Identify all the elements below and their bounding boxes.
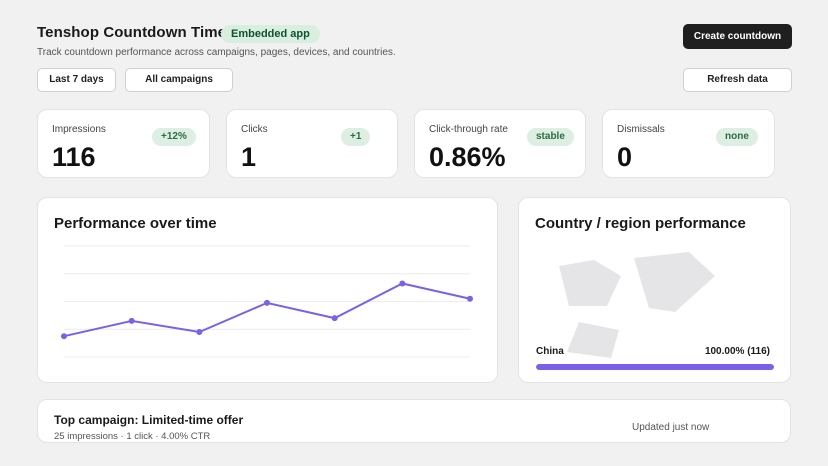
- country-share-bar: [536, 364, 774, 370]
- stat-badge: none: [716, 128, 758, 146]
- stat-label: Impressions: [52, 124, 106, 135]
- stat-value: 0: [617, 142, 633, 172]
- stat-value: 1: [241, 142, 257, 172]
- stat-label: Dismissals: [617, 124, 665, 135]
- chart-point[interactable]: [128, 317, 135, 324]
- top-campaign-stats: 25 impressions · 1 click · 4.00% CTR: [54, 431, 211, 442]
- map-region-shape: [559, 260, 621, 306]
- stat-badge: +1: [341, 128, 371, 146]
- country-panel: Country / region performance China 100.0…: [518, 197, 791, 383]
- campaign-filter-button[interactable]: All campaigns: [125, 68, 233, 92]
- stat-card-ctr: Click-through rate 0.86% stable: [414, 109, 586, 178]
- map-region-shape: [634, 252, 715, 312]
- top-campaign-title: Top campaign: Limited-time offer: [54, 413, 244, 427]
- stat-badge: stable: [527, 128, 574, 146]
- stat-label: Click-through rate: [429, 124, 508, 135]
- date-range-button[interactable]: Last 7 days: [37, 68, 116, 92]
- page-subtitle: Track countdown performance across campa…: [37, 47, 396, 58]
- stat-card-clicks: Clicks 1 +1: [226, 109, 398, 178]
- performance-line-chart: [61, 245, 473, 358]
- chart-point[interactable]: [61, 333, 67, 340]
- stat-value: 116: [52, 142, 96, 172]
- refresh-data-button[interactable]: Refresh data: [683, 68, 792, 92]
- country-share: 100.00% (116): [704, 346, 770, 357]
- chart-point[interactable]: [264, 299, 270, 306]
- create-countdown-button[interactable]: Create countdown: [683, 24, 792, 49]
- page-title: Tenshop Countdown Timer: [37, 24, 223, 41]
- stat-label: Clicks: [241, 124, 268, 135]
- chart-point[interactable]: [331, 315, 338, 322]
- chart-point[interactable]: [196, 329, 203, 336]
- stat-value: 0.86%: [429, 142, 506, 172]
- embedded-app-badge: Embedded app: [221, 25, 320, 43]
- chart-series-line: [63, 282, 471, 338]
- stat-card-dismissals: Dismissals 0 none: [602, 109, 775, 178]
- stat-badge: +12%: [152, 128, 196, 146]
- chart-point[interactable]: [399, 280, 406, 287]
- updated-status: Updated just now: [632, 422, 710, 433]
- performance-panel: Performance over time: [37, 197, 498, 383]
- chart-point[interactable]: [467, 295, 473, 302]
- map-region-shape: [567, 322, 619, 358]
- stat-card-impressions: Impressions 116 +12%: [37, 109, 210, 178]
- top-campaign-card: Top campaign: Limited-time offer 25 impr…: [37, 399, 791, 443]
- country-share-fill: [536, 364, 774, 370]
- country-name: China: [536, 346, 564, 357]
